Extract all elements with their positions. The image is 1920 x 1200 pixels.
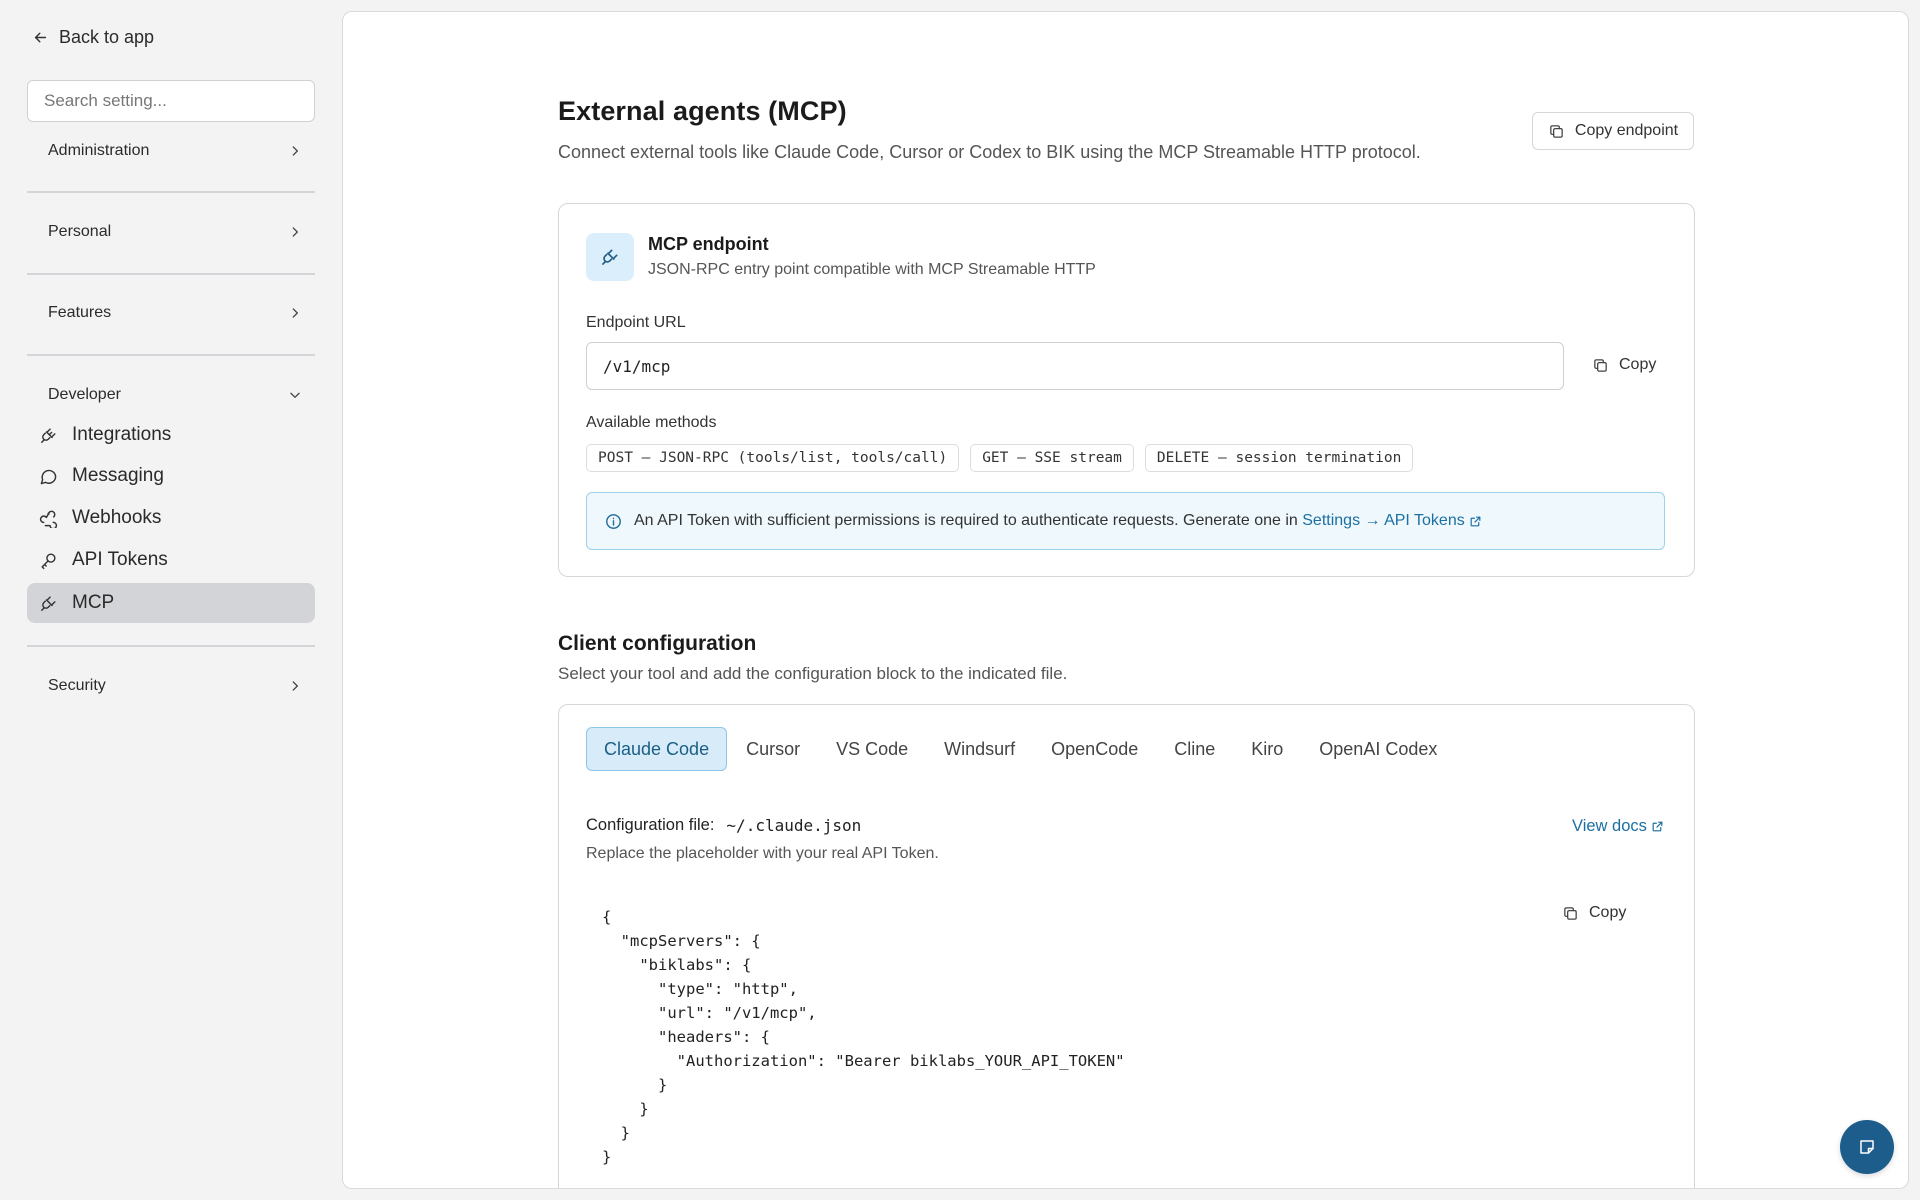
copy-icon bbox=[1550, 124, 1563, 138]
client-config-subtitle: Select your tool and add the configurati… bbox=[558, 664, 1068, 683]
mcp-endpoint-card: MCP endpoint JSON-RPC entry point compat… bbox=[558, 203, 1695, 577]
endpoint-url-label: Endpoint URL bbox=[586, 314, 686, 331]
back-to-app-link[interactable]: Back to app bbox=[32, 24, 154, 50]
tab-cline[interactable]: Cline bbox=[1157, 727, 1232, 771]
chevron-right-icon bbox=[292, 146, 298, 156]
copy-icon bbox=[1594, 358, 1607, 372]
method-chip: POST — JSON-RPC (tools/list, tools/call) bbox=[586, 444, 960, 472]
nav-divider bbox=[27, 191, 315, 193]
external-link-icon bbox=[1652, 821, 1663, 832]
search-settings-input[interactable] bbox=[27, 80, 315, 122]
sidebar-item-api-tokens[interactable]: API Tokens bbox=[27, 540, 315, 580]
nav-divider bbox=[27, 354, 315, 356]
chat-bubble-icon bbox=[40, 469, 57, 484]
client-tabs: Claude Code Cursor VS Code Windsurf Open… bbox=[586, 727, 1456, 771]
info-banner-text: An API Token with sufficient permissions… bbox=[634, 512, 1298, 529]
method-chip: GET — SSE stream bbox=[970, 444, 1134, 472]
view-docs-label: View docs bbox=[1572, 817, 1647, 835]
api-token-info-banner: An API Token with sufficient permissions… bbox=[586, 492, 1665, 550]
api-tokens-settings-link[interactable]: Settings → API Tokens bbox=[1302, 512, 1481, 530]
endpoint-card-description: JSON-RPC entry point compatible with MCP… bbox=[648, 261, 1096, 278]
external-link-icon bbox=[1470, 516, 1481, 526]
tab-cursor[interactable]: Cursor bbox=[729, 727, 817, 771]
tab-claude-code[interactable]: Claude Code bbox=[586, 727, 728, 771]
tab-opencode[interactable]: OpenCode bbox=[1034, 727, 1155, 771]
sidebar-item-label: Messaging bbox=[72, 465, 164, 486]
sidebar-item-mcp[interactable]: MCP bbox=[27, 583, 315, 623]
info-icon bbox=[606, 513, 621, 529]
main-panel: External agents (MCP) Connect external t… bbox=[342, 11, 1909, 1189]
feedback-fab-button[interactable] bbox=[1840, 1120, 1894, 1174]
chevron-down-icon bbox=[290, 392, 300, 398]
page-subtitle: Connect external tools like Claude Code,… bbox=[558, 142, 1421, 162]
nav-section-personal-label: Personal bbox=[48, 223, 112, 240]
arrow-left-icon bbox=[34, 32, 47, 42]
nav-section-security-label: Security bbox=[48, 677, 106, 694]
endpoint-card-title: MCP endpoint bbox=[648, 234, 769, 254]
chevron-right-icon bbox=[292, 681, 298, 691]
sidebar-item-label: Webhooks bbox=[72, 507, 162, 528]
client-config-title: Client configuration bbox=[558, 632, 757, 655]
plug-icon bbox=[41, 427, 56, 443]
chevron-right-icon bbox=[292, 308, 298, 318]
nav-section-personal[interactable]: Personal bbox=[48, 219, 302, 245]
note-icon bbox=[1860, 1140, 1874, 1154]
methods-list: POST — JSON-RPC (tools/list, tools/call)… bbox=[586, 444, 1414, 472]
sidebar-item-integrations[interactable]: Integrations bbox=[27, 415, 315, 455]
plug-icon-badge bbox=[586, 233, 634, 281]
nav-section-features[interactable]: Features bbox=[48, 300, 302, 326]
copy-config-button[interactable]: Copy bbox=[1562, 904, 1626, 922]
webhook-icon bbox=[39, 510, 58, 528]
client-config-card: Claude Code Cursor VS Code Windsurf Open… bbox=[558, 704, 1695, 1188]
nav-divider bbox=[27, 645, 315, 647]
view-docs-link[interactable]: View docs bbox=[1572, 817, 1664, 836]
tab-windsurf[interactable]: Windsurf bbox=[927, 727, 1032, 771]
page-title: External agents (MCP) bbox=[558, 96, 847, 126]
available-methods-label: Available methods bbox=[586, 414, 717, 431]
key-icon bbox=[41, 552, 56, 569]
sidebar-item-webhooks[interactable]: Webhooks bbox=[27, 498, 315, 538]
nav-section-features-label: Features bbox=[48, 304, 112, 321]
sidebar: Back to app Administration Personal Feat… bbox=[0, 0, 340, 1200]
config-code-block[interactable]: { "mcpServers": { "biklabs": { "type": "… bbox=[586, 905, 1665, 1185]
copy-url-label: Copy bbox=[1619, 356, 1657, 373]
api-tokens-link-label: Settings → API Tokens bbox=[1302, 512, 1465, 529]
plug-icon bbox=[602, 249, 618, 265]
nav-section-developer-label: Developer bbox=[48, 386, 121, 403]
sidebar-item-messaging[interactable]: Messaging bbox=[27, 456, 315, 496]
endpoint-url-field[interactable]: /v1/mcp bbox=[586, 342, 1564, 390]
chevron-right-icon bbox=[292, 227, 298, 237]
copy-icon bbox=[1564, 906, 1577, 920]
endpoint-url-value: /v1/mcp bbox=[603, 356, 671, 376]
tab-kiro[interactable]: Kiro bbox=[1234, 727, 1300, 771]
nav-section-developer[interactable]: Developer bbox=[48, 382, 302, 408]
copy-url-button[interactable]: Copy bbox=[1592, 356, 1656, 374]
back-to-app-label: Back to app bbox=[59, 26, 155, 47]
configuration-file-row: Configuration file: ~/.claude.json bbox=[586, 816, 861, 835]
sidebar-item-label: MCP bbox=[72, 592, 115, 613]
copy-config-label: Copy bbox=[1589, 904, 1627, 921]
method-chip: DELETE — session termination bbox=[1144, 444, 1414, 472]
nav-section-administration[interactable]: Administration bbox=[48, 138, 302, 164]
tab-openai-codex[interactable]: OpenAI Codex bbox=[1302, 727, 1454, 771]
configuration-note: Replace the placeholder with your real A… bbox=[586, 845, 939, 862]
configuration-file-path: ~/.claude.json bbox=[726, 816, 862, 835]
configuration-file-label: Configuration file: bbox=[586, 816, 715, 834]
nav-divider bbox=[27, 273, 315, 275]
copy-endpoint-button[interactable]: Copy endpoint bbox=[1532, 112, 1694, 150]
sidebar-item-label: API Tokens bbox=[72, 549, 168, 570]
copy-endpoint-label: Copy endpoint bbox=[1574, 122, 1679, 139]
nav-section-security[interactable]: Security bbox=[48, 673, 302, 699]
nav-section-administration-label: Administration bbox=[48, 142, 150, 159]
tab-vs-code[interactable]: VS Code bbox=[819, 727, 925, 771]
plug-icon bbox=[41, 595, 56, 611]
sidebar-item-label: Integrations bbox=[72, 424, 172, 445]
